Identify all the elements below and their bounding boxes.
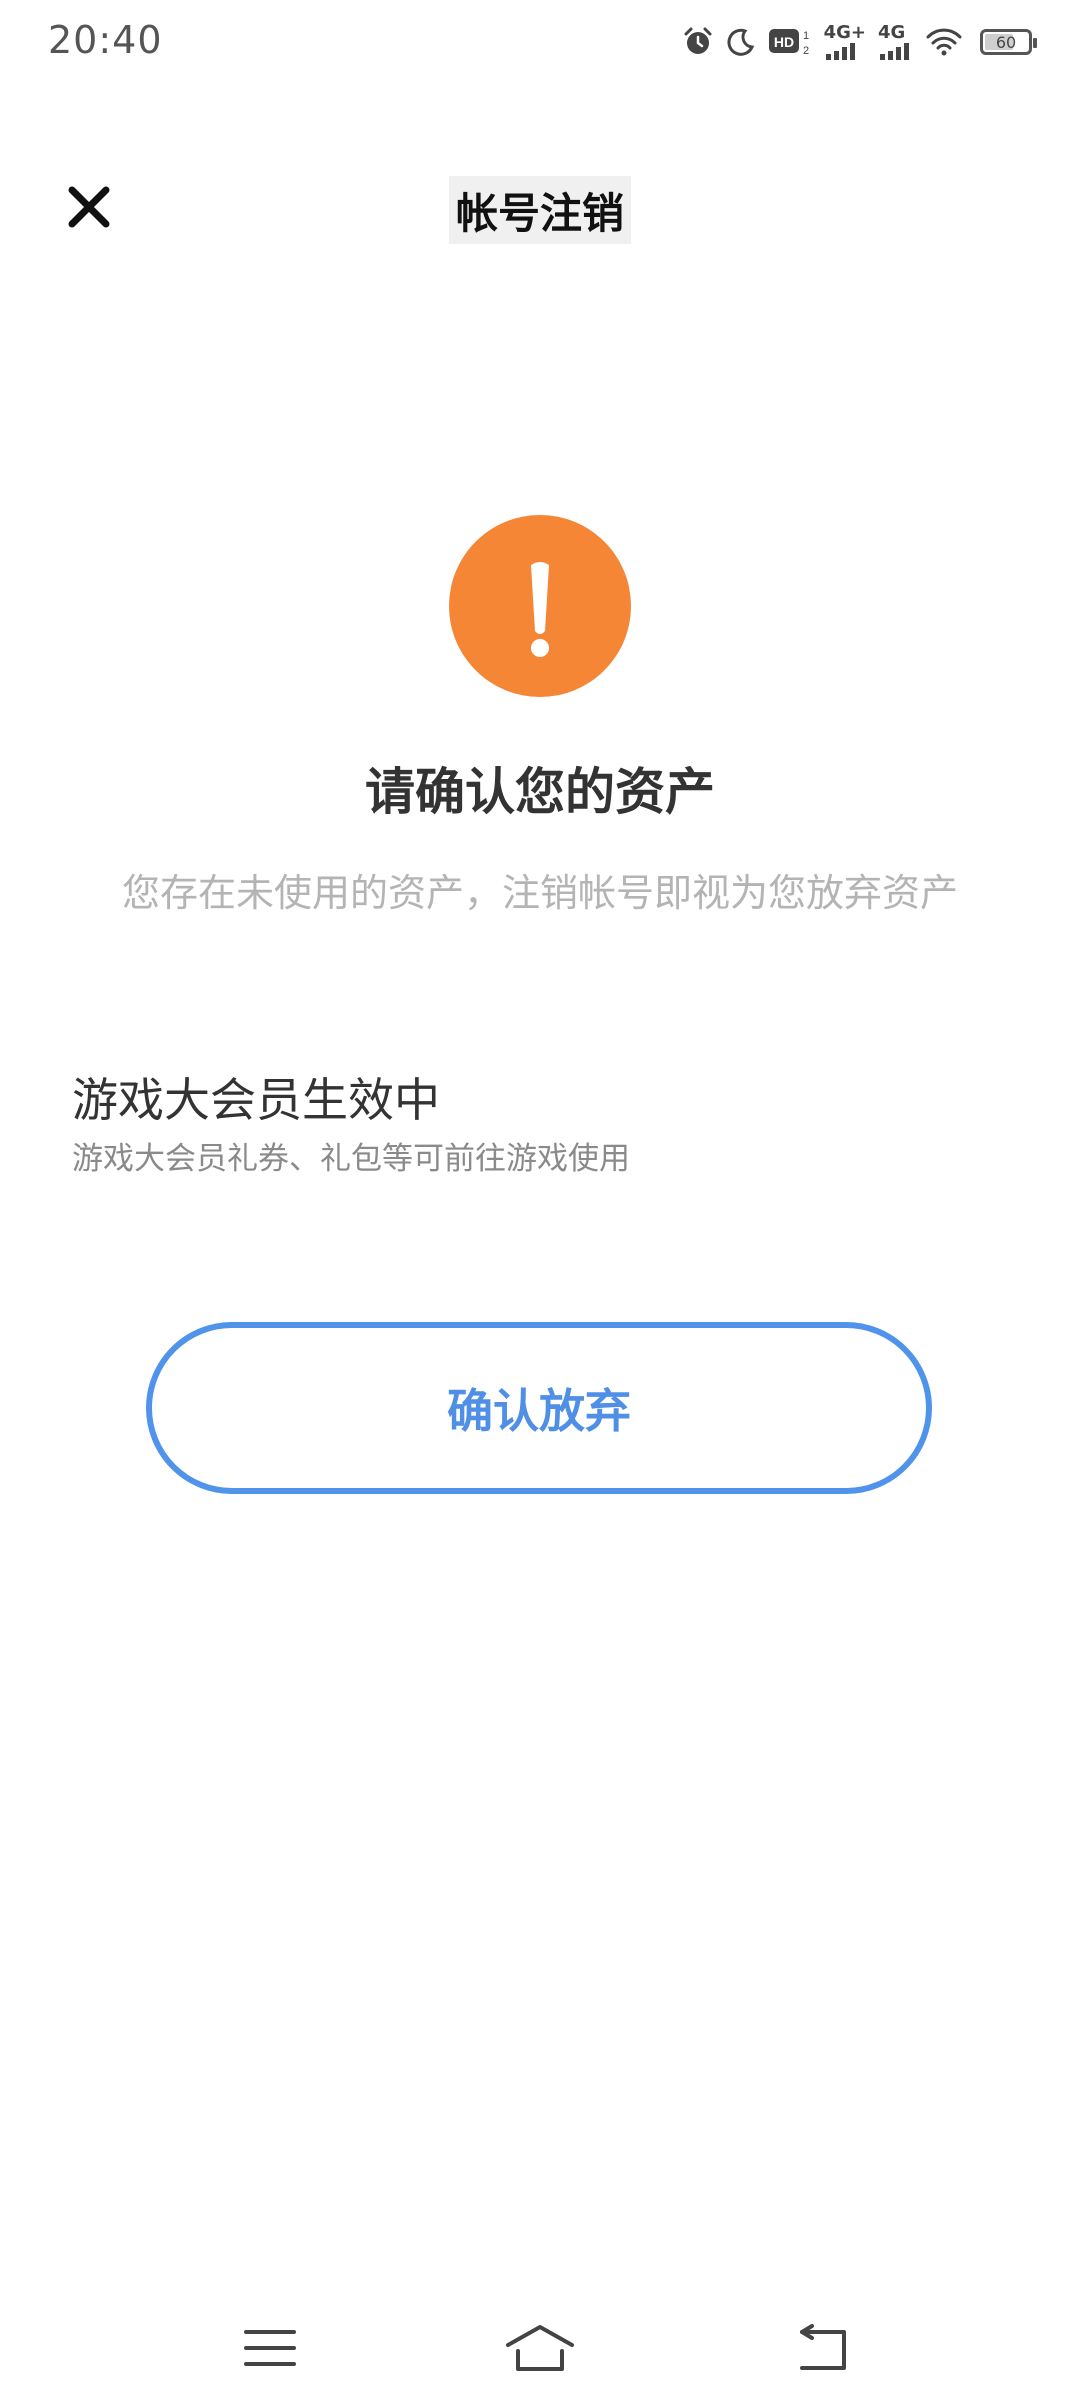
signal-4g-plus-icon: 4G+ xyxy=(824,24,866,60)
home-button[interactable] xyxy=(500,2320,580,2380)
status-bar: 20:40 HD 1 2 4G+ 4G 60 xyxy=(0,0,1080,84)
exclamation-icon xyxy=(449,515,631,697)
back-icon xyxy=(792,2324,852,2376)
asset-title: 游戏大会员生效中 xyxy=(72,1073,440,1127)
status-icons: HD 1 2 4G+ 4G 60 xyxy=(682,18,1037,66)
battery-icon: 60 xyxy=(980,29,1037,55)
hd-icon: HD 1 2 xyxy=(768,26,812,58)
battery-level: 60 xyxy=(995,32,1017,52)
assets-subheading: 您存在未使用的资产，注销帐号即视为您放弃资产 xyxy=(121,871,958,915)
assets-heading: 请确认您的资产 xyxy=(365,763,715,821)
confirm-abandon-button[interactable]: 确认放弃 xyxy=(146,1322,932,1494)
svg-text:HD: HD xyxy=(773,34,793,50)
svg-text:1: 1 xyxy=(803,30,809,42)
asset-description: 游戏大会员礼券、礼包等可前往游戏使用 xyxy=(72,1141,630,1177)
warning-badge xyxy=(449,515,631,697)
menu-button[interactable] xyxy=(230,2320,310,2380)
page-title: 帐号注销 xyxy=(449,176,631,244)
status-time: 20:40 xyxy=(48,18,163,62)
svg-text:2: 2 xyxy=(803,45,809,57)
close-button[interactable] xyxy=(60,180,118,238)
close-icon xyxy=(67,185,111,233)
back-button[interactable] xyxy=(782,2320,862,2380)
asset-item: 游戏大会员生效中 游戏大会员礼券、礼包等可前往游戏使用 xyxy=(72,1070,1012,1182)
wifi-icon xyxy=(926,27,962,57)
signal-4g-icon: 4G xyxy=(878,24,914,60)
alarm-icon xyxy=(682,26,714,58)
system-nav-bar xyxy=(0,2300,1080,2400)
moon-icon xyxy=(726,27,756,57)
menu-icon xyxy=(242,2326,298,2374)
home-icon xyxy=(504,2323,576,2377)
